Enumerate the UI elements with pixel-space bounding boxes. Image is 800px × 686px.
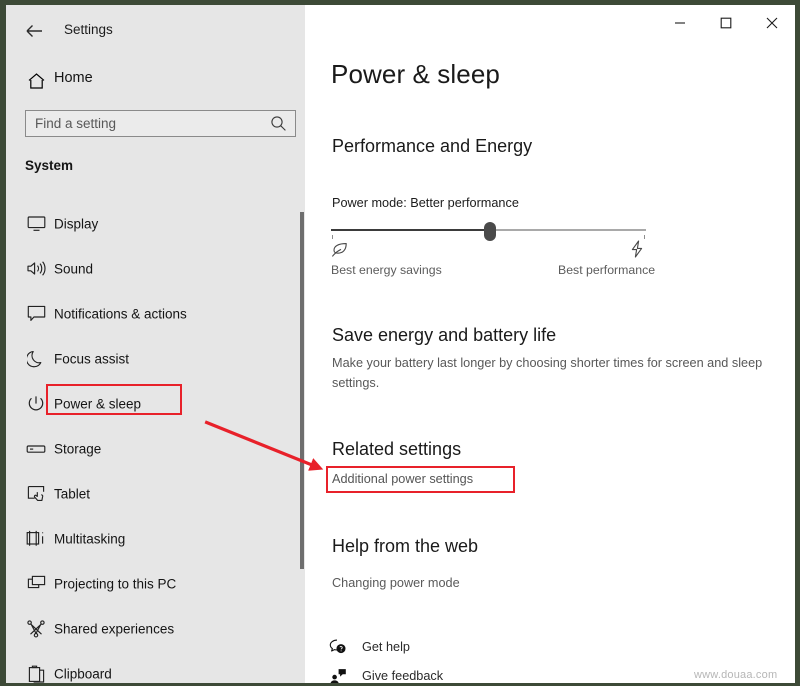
sidebar-scrollbar[interactable] xyxy=(300,212,304,569)
help-description: Changing power mode xyxy=(332,576,460,590)
tablet-hand-icon xyxy=(24,482,48,506)
help-bubble-icon xyxy=(327,637,349,657)
slider-thumb[interactable] xyxy=(484,222,496,241)
save-energy-description: Make your battery last longer by choosin… xyxy=(332,356,763,390)
sidebar-item-sound[interactable]: Sound xyxy=(6,246,305,291)
sidebar-item-label: Sound xyxy=(54,261,94,276)
give-feedback-label: Give feedback xyxy=(362,669,444,683)
sidebar-item-display[interactable]: Display xyxy=(6,201,305,246)
sidebar-item-clipboard[interactable]: Clipboard xyxy=(6,651,305,683)
search-icon[interactable] xyxy=(270,115,287,132)
sidebar-item-power-sleep[interactable]: Power & sleep xyxy=(6,381,305,426)
sidebar-item-focus-assist[interactable]: Focus assist xyxy=(6,336,305,381)
projecting-icon xyxy=(24,572,48,596)
titlebar-left: Settings xyxy=(6,13,305,49)
power-mode-label: Power mode: Better performance xyxy=(332,196,519,210)
speaker-icon xyxy=(24,257,48,281)
sidebar-item-label: Projecting to this PC xyxy=(54,576,177,591)
sidebar-item-label: Power & sleep xyxy=(54,396,142,411)
sidebar-item-label-home: Home xyxy=(54,70,93,86)
sidebar-group-label: System xyxy=(25,158,74,173)
main-content: Power & sleep Performance and Energy Pow… xyxy=(305,5,795,683)
slider-label-min: Best energy savings xyxy=(331,263,442,277)
get-help-link[interactable]: Get help xyxy=(327,635,410,659)
give-feedback-link[interactable]: Give feedback xyxy=(327,664,443,683)
slider-label-max: Best performance xyxy=(558,263,656,277)
sidebar-item-label: Multitasking xyxy=(54,531,126,546)
sidebar-item-label: Notifications & actions xyxy=(54,306,187,321)
additional-power-settings-link[interactable]: Additional power settings xyxy=(332,472,473,486)
sidebar-item-multitasking[interactable]: Multitasking xyxy=(6,516,305,561)
settings-window: Settings Home Find a setting System Disp… xyxy=(6,5,795,683)
search-box[interactable] xyxy=(25,110,296,137)
share-nodes-icon xyxy=(24,617,48,641)
back-arrow-icon[interactable] xyxy=(20,18,48,44)
slider-tick-min xyxy=(332,235,333,239)
sidebar-nav: Display Sound Notifications & actions Fo… xyxy=(6,201,305,683)
slider-tick-max xyxy=(644,235,645,239)
page-title: Power & sleep xyxy=(331,59,500,89)
section-heading-performance: Performance and Energy xyxy=(332,136,533,156)
sidebar-item-label: Focus assist xyxy=(54,351,130,366)
sidebar-item-storage[interactable]: Storage xyxy=(6,426,305,471)
power-icon xyxy=(24,392,48,416)
maximize-button[interactable] xyxy=(703,7,749,39)
outer-frame: Settings Home Find a setting System Disp… xyxy=(0,0,800,686)
watermark: www.douaa.com xyxy=(694,669,778,681)
sidebar-item-label: Shared experiences xyxy=(54,621,175,636)
moon-icon xyxy=(24,347,48,371)
section-heading-help: Help from the web xyxy=(332,536,479,556)
monitor-icon xyxy=(24,212,48,236)
sidebar-item-label: Tablet xyxy=(54,486,91,501)
close-button[interactable] xyxy=(749,7,795,39)
sidebar: Settings Home Find a setting System Disp… xyxy=(6,5,305,683)
sidebar-item-home[interactable]: Home xyxy=(6,65,305,97)
multitasking-icon xyxy=(24,527,48,551)
sidebar-item-label: Clipboard xyxy=(54,666,112,681)
search-input[interactable] xyxy=(35,111,265,136)
sidebar-item-shared-experiences[interactable]: Shared experiences xyxy=(6,606,305,651)
minimize-button[interactable] xyxy=(657,7,703,39)
sidebar-item-tablet[interactable]: Tablet xyxy=(6,471,305,516)
section-heading-save-energy: Save energy and battery life xyxy=(332,325,557,345)
feedback-person-icon xyxy=(327,666,349,683)
drive-icon xyxy=(24,437,48,461)
get-help-label: Get help xyxy=(362,640,410,654)
sidebar-item-label: Storage xyxy=(54,441,102,456)
leaf-icon xyxy=(331,241,349,259)
sidebar-item-projecting[interactable]: Projecting to this PC xyxy=(6,561,305,606)
notification-bubble-icon xyxy=(24,302,48,326)
window-controls xyxy=(645,5,795,41)
lightning-bolt-icon xyxy=(629,240,645,258)
power-mode-slider[interactable] xyxy=(331,222,646,241)
slider-track-remaining xyxy=(490,229,646,231)
sidebar-item-label: Display xyxy=(54,216,99,231)
clipboard-icon xyxy=(24,662,48,684)
slider-track-filled xyxy=(331,229,490,231)
sidebar-item-notifications[interactable]: Notifications & actions xyxy=(6,291,305,336)
section-heading-related-settings: Related settings xyxy=(332,439,462,459)
app-title: Settings xyxy=(64,22,113,37)
home-icon xyxy=(24,69,48,93)
